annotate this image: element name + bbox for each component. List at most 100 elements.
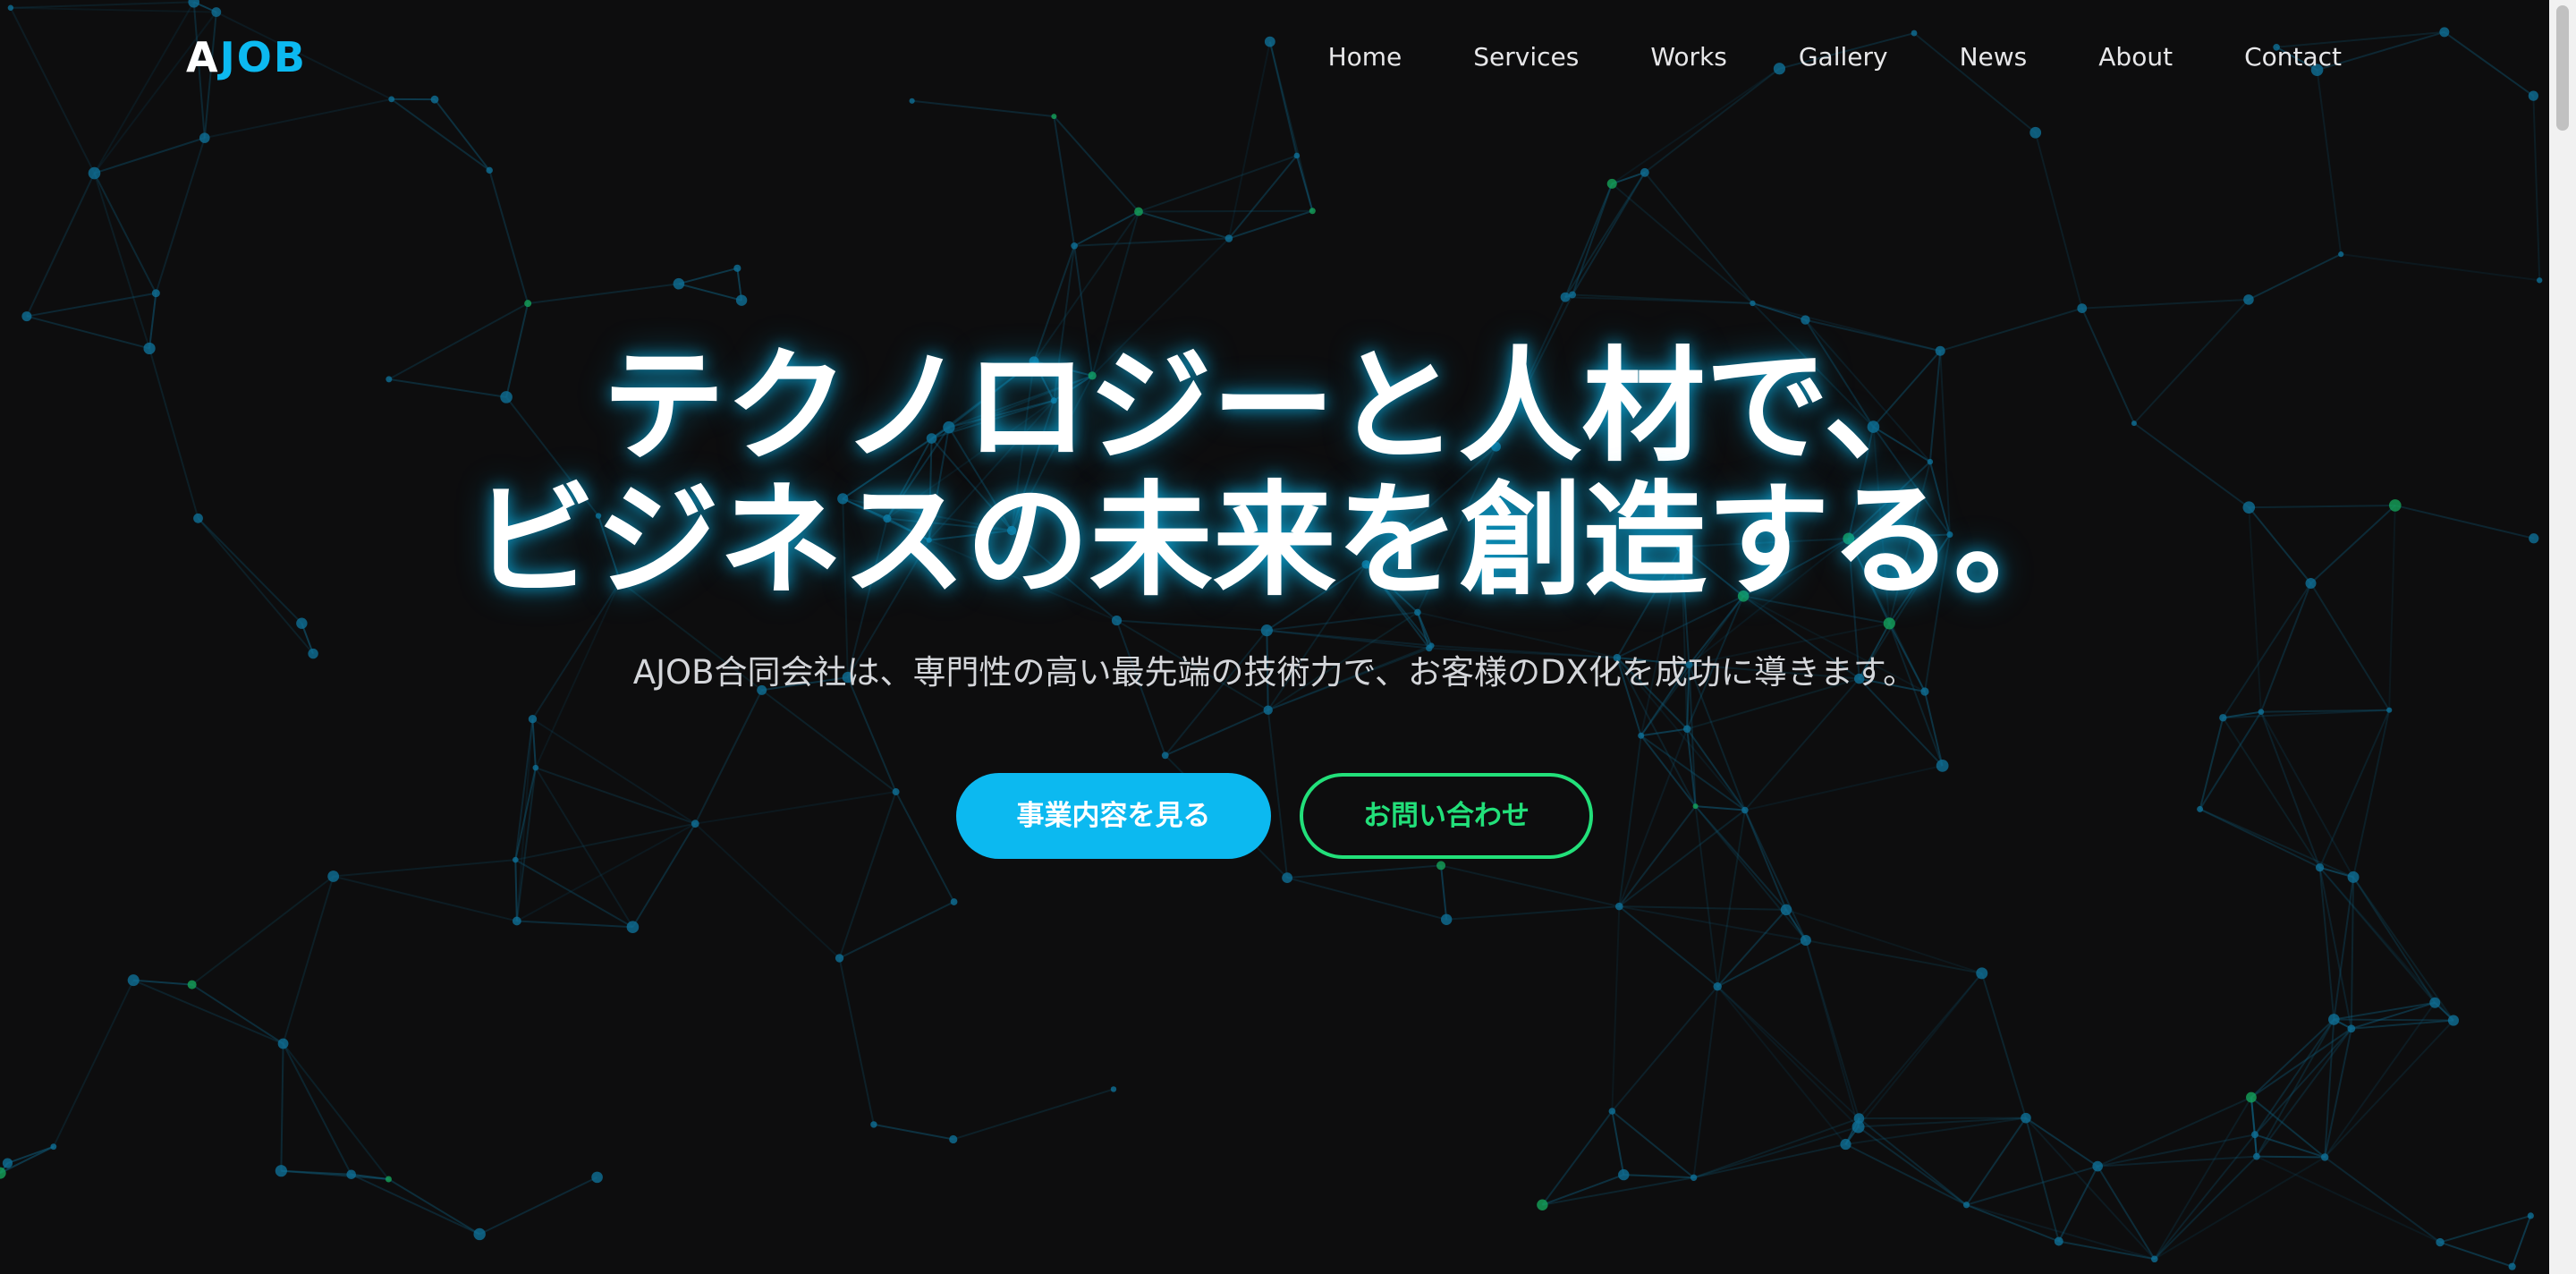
network-line — [2444, 31, 2534, 97]
nav-about[interactable]: About — [2098, 39, 2173, 75]
network-line — [1542, 1176, 1694, 1206]
network-dot — [1293, 152, 1301, 159]
page: AJOB Home Services Works Gallery News Ab… — [0, 0, 2576, 1274]
logo-letter-a: A — [186, 33, 220, 81]
network-dot — [909, 98, 915, 104]
network-dot — [1780, 904, 1792, 916]
nav-gallery[interactable]: Gallery — [1799, 39, 1888, 75]
scrollbar[interactable] — [2549, 0, 2576, 1274]
network-dot — [2315, 863, 2325, 872]
network-dot — [1224, 234, 1233, 242]
network-dot — [2320, 1153, 2329, 1161]
network-line — [1611, 906, 1621, 1112]
network-line — [2153, 1134, 2256, 1260]
network-dot — [2338, 251, 2344, 258]
network-dot — [275, 1165, 287, 1177]
nav-works[interactable]: Works — [1650, 39, 1727, 75]
network-line — [2256, 1155, 2441, 1244]
network-dot — [188, 0, 200, 8]
network-line — [2316, 70, 2343, 255]
network-line — [93, 1, 195, 174]
nav-contact[interactable]: Contact — [2244, 39, 2342, 75]
logo[interactable]: AJOB — [186, 32, 307, 82]
hero-headline: テクノロジーと人材で、 ビジネスの未来を創造する。 — [380, 340, 2169, 608]
network-line — [2256, 1155, 2326, 1159]
nav-services[interactable]: Services — [1473, 39, 1579, 75]
network-dot — [1911, 30, 1918, 37]
network-dot — [2447, 1015, 2460, 1026]
network-dot — [524, 300, 532, 308]
network-dot — [1608, 1108, 1616, 1115]
network-line — [1619, 905, 1787, 911]
network-dot — [1801, 315, 1810, 325]
network-line — [281, 1169, 389, 1180]
network-line — [434, 98, 491, 171]
network-dot — [1309, 208, 1316, 215]
network-dot — [870, 1121, 877, 1128]
network-line — [1858, 1117, 1968, 1206]
network-dot — [0, 1167, 6, 1179]
network-line — [333, 859, 516, 878]
view-services-button[interactable]: 事業内容を見る — [956, 773, 1271, 859]
network-line — [25, 173, 96, 317]
network-line — [1611, 1110, 1695, 1179]
network-dot — [1713, 981, 1722, 991]
network-dot — [473, 1227, 486, 1241]
hero-section: テクノロジーと人材で、 ビジネスの未来を創造する。 AJOB合同会社は、専門性の… — [0, 340, 2549, 859]
network-line — [2350, 877, 2355, 1029]
network-line — [2097, 1096, 2252, 1168]
network-line — [1845, 1143, 1967, 1206]
network-dot — [327, 871, 340, 882]
network-dot — [1962, 1202, 1970, 1209]
network-dot — [1110, 1086, 1117, 1092]
network-dot — [2251, 1131, 2259, 1139]
network-dot — [1134, 207, 1143, 217]
network-dot — [199, 132, 210, 143]
main-nav: Home Services Works Gallery News About C… — [1257, 39, 2342, 75]
scrollbar-thumb[interactable] — [2556, 5, 2569, 131]
network-line — [2439, 1214, 2531, 1244]
network-line — [1611, 1110, 1625, 1176]
hero-headline-line-1: テクノロジーと人材で、 — [601, 335, 1948, 479]
network-line — [678, 283, 742, 302]
hero-headline-line-2: ビジネスの未来を創造する。 — [471, 469, 2077, 613]
network-line — [488, 170, 530, 304]
network-line — [2333, 877, 2355, 1020]
network-dot — [2439, 27, 2450, 38]
network-dot — [733, 264, 741, 272]
network-dot — [2, 1158, 13, 1168]
network-line — [1611, 67, 1780, 185]
network-line — [1857, 1125, 1968, 1206]
nav-news[interactable]: News — [1960, 39, 2028, 75]
network-line — [1623, 1174, 1694, 1179]
network-dot — [735, 294, 748, 306]
network-dot — [2092, 1160, 2103, 1172]
network-dot — [7, 4, 14, 11]
network-dot — [950, 898, 958, 905]
network-line — [93, 173, 151, 349]
network-dot — [2077, 303, 2088, 314]
network-line — [204, 98, 392, 140]
network-line — [678, 267, 738, 285]
network-line — [1966, 1203, 2060, 1243]
network-dot — [211, 7, 222, 17]
network-dot — [430, 95, 439, 104]
network-line — [191, 875, 335, 986]
network-line — [52, 980, 135, 1148]
nav-home[interactable]: Home — [1328, 39, 1402, 75]
network-line — [280, 1043, 284, 1171]
network-line — [1644, 67, 1781, 174]
network-dot — [2436, 1237, 2445, 1247]
network-line — [1644, 172, 1754, 304]
network-line — [1440, 864, 1620, 908]
network-dot — [2252, 1152, 2260, 1160]
contact-button[interactable]: お問い合わせ — [1300, 773, 1593, 859]
network-line — [528, 283, 680, 305]
network-line — [2318, 866, 2436, 1004]
network-dot — [1537, 1199, 1548, 1210]
network-line — [1693, 1117, 1860, 1179]
network-line — [1965, 1117, 2027, 1206]
network-line — [2057, 1166, 2099, 1242]
network-line — [1618, 905, 1718, 988]
network-line — [514, 859, 633, 929]
